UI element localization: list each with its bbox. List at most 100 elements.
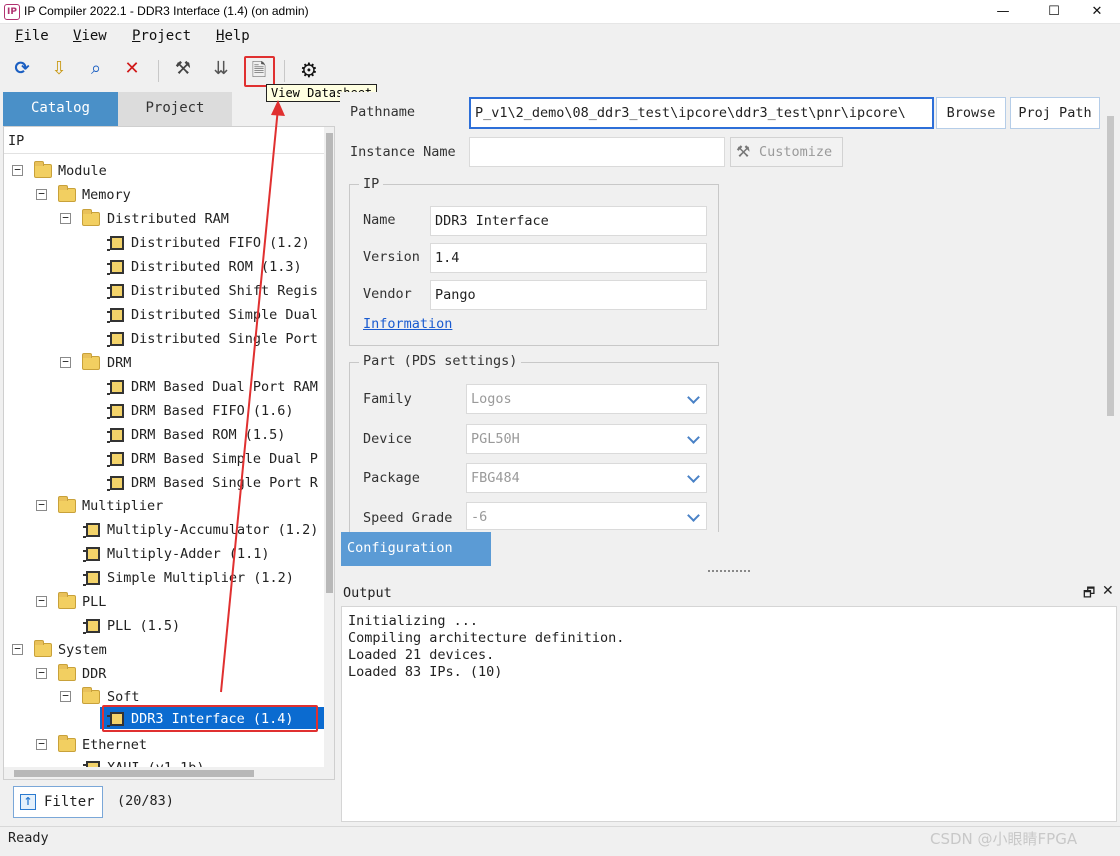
family-select[interactable]: Logos: [466, 384, 707, 414]
filter-icon: ↑: [20, 794, 36, 810]
package-label: Package: [363, 470, 420, 486]
menu-project[interactable]: Project: [132, 28, 191, 44]
name-field: DDR3 Interface: [430, 206, 707, 236]
folder-icon: [34, 640, 52, 657]
generate-hammer-icon[interactable]: ⚒: [170, 58, 196, 84]
collapse-icon[interactable]: −: [60, 212, 71, 224]
splitter-handle[interactable]: [708, 570, 750, 574]
output-log: Initializing ... Compiling architecture …: [341, 606, 1117, 822]
chevron-down-icon: [687, 431, 700, 444]
ip-chip-icon: [107, 332, 124, 347]
close-window-button[interactable]: ✕: [1074, 0, 1120, 24]
ip-chip-icon: [107, 452, 124, 467]
tree-horizontal-scroll-thumb[interactable]: [14, 770, 254, 777]
family-label: Family: [363, 391, 412, 407]
ip-chip-icon: [83, 619, 100, 634]
device-label: Device: [363, 431, 412, 447]
collapse-icon[interactable]: −: [36, 499, 47, 511]
ip-chip-icon: [107, 476, 124, 491]
instance-name-label: Instance Name: [350, 144, 456, 160]
minimize-button[interactable]: —: [980, 0, 1026, 24]
log-line: Initializing ...: [348, 613, 479, 629]
folder-icon: [82, 209, 100, 226]
menu-view[interactable]: View: [73, 28, 107, 44]
vendor-label: Vendor: [363, 286, 412, 302]
delete-icon[interactable]: ✕: [119, 58, 145, 84]
ip-chip-icon: [107, 236, 124, 251]
tab-project[interactable]: Project: [118, 92, 232, 126]
folder-icon: [82, 687, 100, 704]
speed-grade-label: Speed Grade: [363, 510, 453, 526]
folder-icon: [58, 185, 76, 202]
toolbar-separator: [158, 60, 159, 82]
tree-header: IP: [8, 133, 25, 149]
collapse-icon[interactable]: −: [12, 643, 23, 655]
ip-catalog-tree: IP − Module − Memory − Distributed RAM D…: [3, 126, 335, 780]
settings-gear-icon[interactable]: ⚙: [296, 58, 322, 84]
log-line: Loaded 21 devices.: [348, 647, 495, 663]
chevron-down-icon: [687, 509, 700, 522]
maximize-button[interactable]: ☐: [1031, 0, 1077, 24]
output-panel-title: Output: [343, 585, 392, 601]
menu-file[interactable]: File: [15, 28, 49, 44]
folder-icon: [82, 353, 100, 370]
datasheet-highlight-box: [244, 56, 275, 87]
name-label: Name: [363, 212, 396, 228]
vendor-field: Pango: [430, 280, 707, 310]
refresh-icon[interactable]: ⟳: [9, 58, 35, 84]
collapse-icon[interactable]: −: [60, 690, 71, 702]
tree-header-divider: [4, 153, 326, 154]
folder-icon: [34, 161, 52, 178]
instance-name-input[interactable]: [469, 137, 725, 167]
collapse-icon[interactable]: −: [36, 738, 47, 750]
collapse-icon[interactable]: −: [12, 164, 23, 176]
device-select[interactable]: PGL50H: [466, 424, 707, 454]
hammer-icon: ⚒: [736, 142, 751, 161]
ip-chip-icon: [83, 523, 100, 538]
menu-help[interactable]: Help: [216, 28, 250, 44]
version-field: 1.4: [430, 243, 707, 273]
information-link[interactable]: Information: [363, 316, 452, 332]
collapse-icon[interactable]: −: [36, 667, 47, 679]
collapse-icon[interactable]: −: [60, 356, 71, 368]
folder-icon: [58, 496, 76, 513]
tree-vertical-scroll-thumb[interactable]: [326, 133, 333, 593]
ip-chip-icon: [107, 428, 124, 443]
chevron-down-icon: [687, 391, 700, 404]
ip-chip-icon: [107, 380, 124, 395]
log-line: Compiling architecture definition.: [348, 630, 625, 646]
ip-chip-icon: [107, 260, 124, 275]
browse-button[interactable]: Browse: [936, 97, 1006, 129]
ip-chip-icon: [83, 571, 100, 586]
toolbar-separator: [284, 60, 285, 82]
log-line: Loaded 83 IPs. (10): [348, 664, 503, 680]
speed-grade-select[interactable]: -6: [466, 502, 707, 530]
restore-panel-icon[interactable]: 🗗: [1083, 584, 1095, 606]
status-text: Ready: [8, 830, 49, 846]
window-title: IP Compiler 2022.1 - DDR3 Interface (1.4…: [24, 4, 309, 18]
tab-catalog[interactable]: Catalog: [3, 92, 118, 126]
ip-chip-icon: [107, 284, 124, 299]
open-folder-icon[interactable]: ⇩: [46, 58, 72, 84]
package-select[interactable]: FBG484: [466, 463, 707, 493]
folder-icon: [58, 735, 76, 752]
part-group-title: Part (PDS settings): [359, 353, 522, 369]
filter-count: (20/83): [117, 793, 174, 809]
app-logo-icon: IP: [4, 4, 20, 20]
search-folder-icon[interactable]: ⌕: [83, 58, 109, 84]
close-panel-icon[interactable]: ✕: [1102, 583, 1114, 599]
collapse-icon[interactable]: −: [36, 188, 47, 200]
chevron-down-icon: [687, 470, 700, 483]
proj-path-button[interactable]: Proj Path: [1010, 97, 1100, 129]
tab-configuration[interactable]: Configuration: [341, 532, 491, 566]
ip-group-title: IP: [359, 176, 384, 192]
pathname-input[interactable]: P_v1\2_demo\08_ddr3_test\ipcore\ddr3_tes…: [469, 97, 934, 129]
form-vertical-scroll-thumb[interactable]: [1107, 116, 1114, 416]
export-icon[interactable]: ⇊: [208, 58, 234, 84]
selection-highlight-box: [102, 705, 318, 732]
watermark: CSDN @小眼睛FPGA: [930, 830, 1078, 848]
folder-icon: [58, 664, 76, 681]
collapse-icon[interactable]: −: [36, 595, 47, 607]
ip-chip-icon: [107, 404, 124, 419]
ip-chip-icon: [83, 547, 100, 562]
